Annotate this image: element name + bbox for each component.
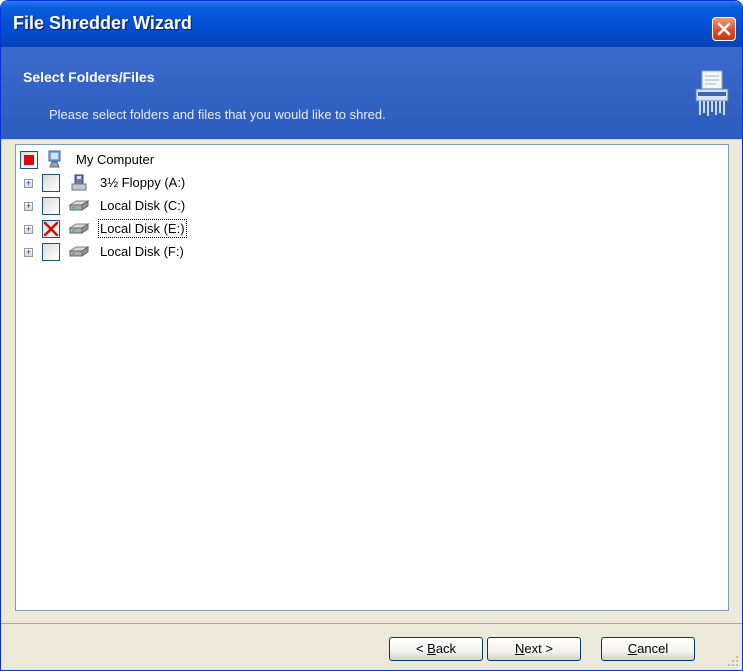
cancel-button-accel: C xyxy=(627,641,638,656)
close-button[interactable] xyxy=(712,17,736,41)
hard-disk-icon xyxy=(68,200,90,211)
wizard-window: File Shredder Wizard Select Folders/File… xyxy=(0,0,743,671)
tree-item-local-disk-c[interactable]: + Local Disk (C:) xyxy=(16,195,256,217)
back-button-accel: B xyxy=(427,641,436,656)
local-disk-f-checkbox[interactable] xyxy=(42,243,60,261)
page-subtitle: Please select folders and files that you… xyxy=(49,107,386,122)
tree-item-local-disk-f[interactable]: + Local Disk (F:) xyxy=(16,241,256,263)
footer-divider xyxy=(1,623,742,624)
back-button-prefix: < xyxy=(415,641,428,656)
page-title: Select Folders/Files xyxy=(23,69,155,85)
cancel-button-rest: ancel xyxy=(637,641,669,656)
title-bar[interactable]: File Shredder Wizard xyxy=(1,1,742,47)
back-button-rest: ack xyxy=(435,641,457,656)
local-disk-e-checkbox[interactable] xyxy=(42,220,60,238)
tree-item-my-computer[interactable]: My Computer xyxy=(16,149,216,171)
back-button[interactable]: < Back xyxy=(389,637,483,661)
floppy-checkbox[interactable] xyxy=(42,174,60,192)
tree-item-label: Local Disk (E:) xyxy=(98,219,187,238)
folder-tree[interactable]: My Computer + 3½ Floppy (A:) + Local Dis… xyxy=(15,144,729,611)
expand-icon[interactable]: + xyxy=(24,225,33,234)
tree-item-local-disk-e[interactable]: + Local Disk (E:) xyxy=(16,218,256,240)
next-button-accel: N xyxy=(515,641,525,656)
tree-item-label: Local Disk (F:) xyxy=(100,244,184,259)
local-disk-c-checkbox[interactable] xyxy=(42,197,60,215)
expand-icon[interactable]: + xyxy=(24,179,33,188)
next-button-rest: ext > xyxy=(524,641,553,656)
my-computer-checkbox[interactable] xyxy=(20,151,38,169)
tree-item-label: 3½ Floppy (A:) xyxy=(100,175,186,190)
hard-disk-icon xyxy=(68,223,90,234)
resize-grip-icon[interactable] xyxy=(727,655,739,667)
expand-icon[interactable]: + xyxy=(24,202,33,211)
close-icon xyxy=(717,22,731,36)
expand-icon[interactable]: + xyxy=(24,248,33,257)
checked-x-icon xyxy=(43,221,59,237)
tree-item-floppy[interactable]: + 3½ Floppy (A:) xyxy=(16,172,256,194)
tree-item-label: Local Disk (C:) xyxy=(100,198,186,213)
next-button[interactable]: Next > xyxy=(487,637,581,661)
tree-item-label: My Computer xyxy=(76,152,155,167)
cancel-button[interactable]: Cancel xyxy=(601,637,695,661)
floppy-drive-icon xyxy=(71,174,87,191)
hard-disk-icon xyxy=(68,246,90,257)
wizard-header: Select Folders/Files Please select folde… xyxy=(1,47,742,140)
shredder-icon xyxy=(695,70,729,116)
window-title: File Shredder Wizard xyxy=(13,13,192,33)
computer-icon xyxy=(48,150,61,168)
